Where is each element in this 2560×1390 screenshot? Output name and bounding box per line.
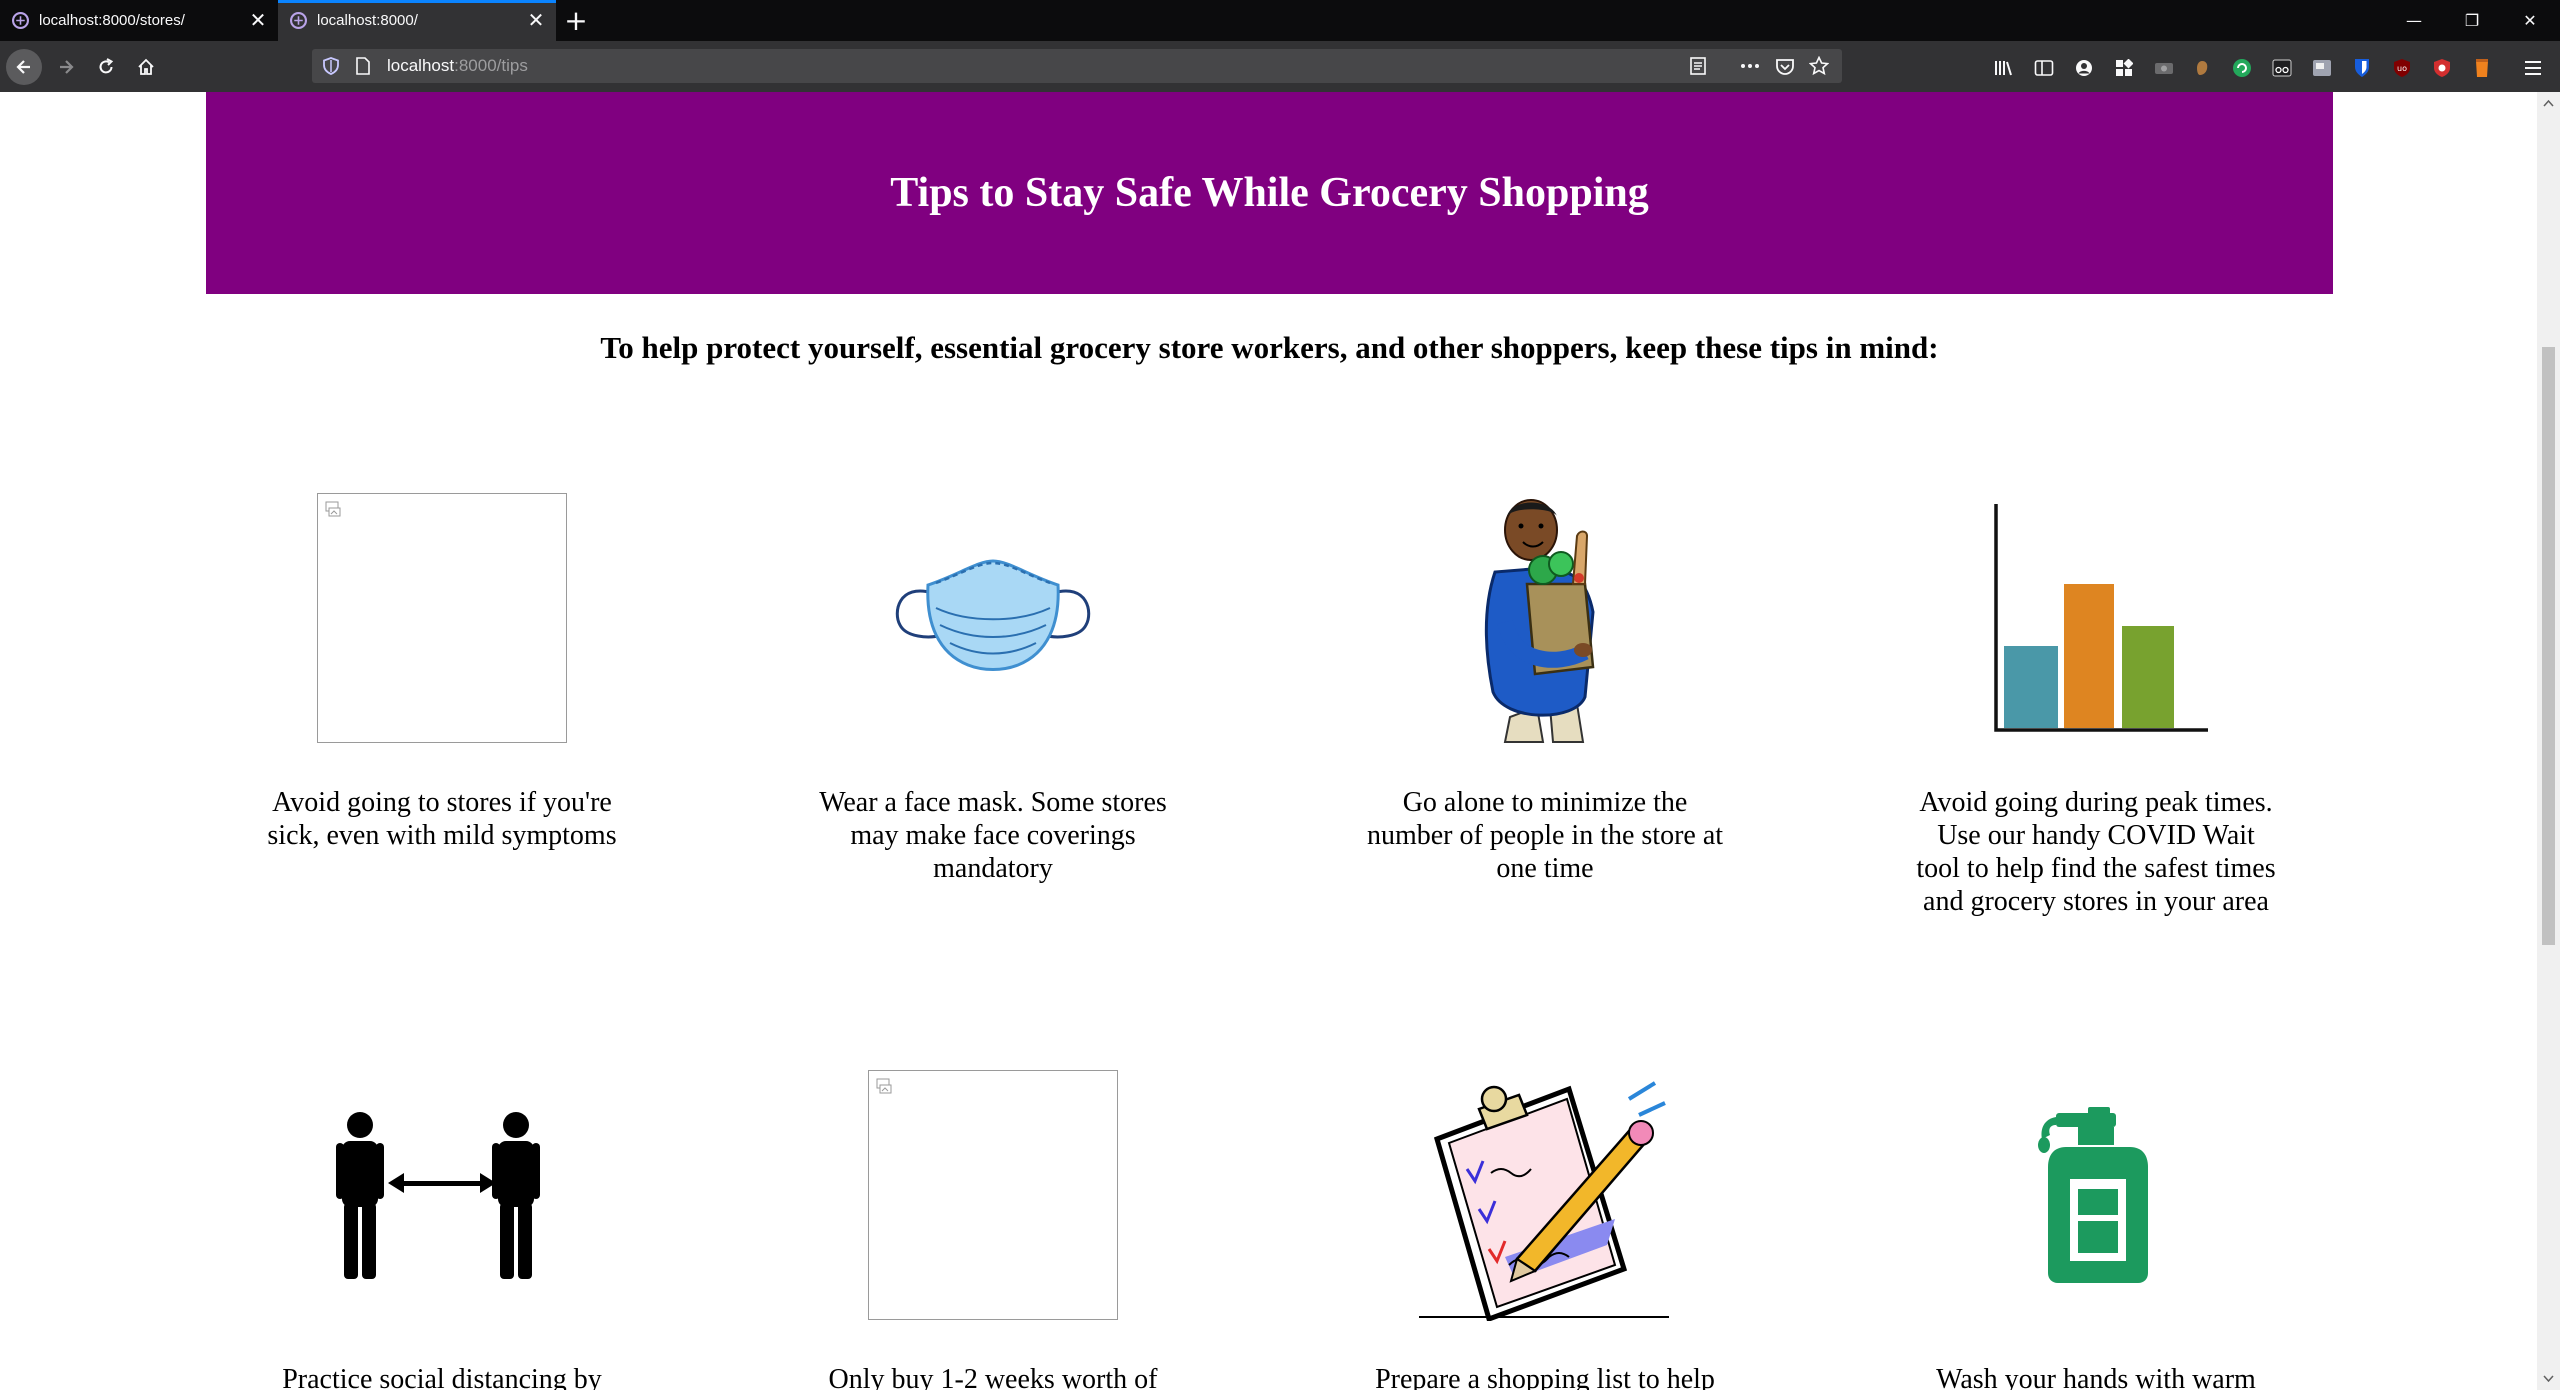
- broken-image-icon: [868, 1070, 1118, 1320]
- tip-caption: Wear a face mask. Some stores may make f…: [819, 787, 1167, 884]
- tip-card: Wear a face mask. Some stores may make f…: [813, 492, 1173, 885]
- address-bar[interactable]: localhost:8000/tips: [312, 49, 1842, 83]
- silver-s-extension-icon[interactable]: [2312, 58, 2332, 78]
- tip-card: Only buy 1-2 weeks worth of: [813, 1069, 1173, 1390]
- forward-arrow-icon: [60, 60, 74, 74]
- minimize-window-icon[interactable]: —: [2385, 0, 2443, 41]
- tampermonkey-jar-icon[interactable]: [2472, 58, 2492, 78]
- page-title: Tips to Stay Safe While Grocery Shopping: [890, 170, 1649, 216]
- shield-icon[interactable]: [322, 57, 340, 75]
- close-tab-icon[interactable]: ✕: [526, 10, 546, 32]
- hand-sanitizer-icon: [2038, 1107, 2148, 1283]
- hamburger-menu-icon[interactable]: [2523, 58, 2543, 78]
- tab-home[interactable]: localhost:8000/ ✕: [278, 0, 556, 41]
- tip-caption: Avoid going during peak times. Use our h…: [1916, 787, 2276, 917]
- site-favicon-icon: [12, 12, 29, 29]
- page-header-banner: Tips to Stay Safe While Grocery Shopping: [206, 92, 2333, 294]
- tab-stores[interactable]: localhost:8000/stores/ ✕: [0, 0, 278, 41]
- url-text[interactable]: localhost:8000/tips: [387, 49, 528, 83]
- navigation-toolbar: localhost:8000/tips uo: [0, 41, 2560, 92]
- tip-card: Wash your hands with warm: [1916, 1069, 2276, 1390]
- container-tab-icon[interactable]: [2154, 58, 2174, 78]
- reload-button[interactable]: [88, 49, 124, 85]
- close-window-icon[interactable]: ✕: [2501, 0, 2559, 41]
- close-tab-icon[interactable]: ✕: [248, 10, 268, 32]
- tip-card: Avoid going during peak times. Use our h…: [1916, 492, 2276, 918]
- tip-image: [1419, 492, 1671, 744]
- hand-extension-icon[interactable]: [2192, 58, 2212, 78]
- svg-text:uo: uo: [2397, 64, 2407, 73]
- page-info-icon[interactable]: [354, 57, 372, 75]
- scrollbar-thumb[interactable]: [2542, 347, 2555, 945]
- extensions-grid-icon[interactable]: [2114, 58, 2134, 78]
- restore-window-icon[interactable]: ❐: [2443, 0, 2501, 41]
- glasses-extension-icon[interactable]: [2272, 58, 2292, 78]
- scroll-up-arrow-icon[interactable]: [2543, 98, 2554, 109]
- forward-button[interactable]: [48, 49, 84, 85]
- pocket-icon[interactable]: [1775, 57, 1795, 75]
- page-viewport: Tips to Stay Safe While Grocery Shopping…: [0, 92, 2560, 1390]
- tip-caption: Avoid going to stores if you're sick, ev…: [267, 787, 617, 851]
- ublock-origin-icon[interactable]: uo: [2392, 58, 2412, 78]
- tip-card: Avoid going to stores if you're sick, ev…: [262, 492, 622, 852]
- green-refresh-extension-icon[interactable]: [2232, 58, 2252, 78]
- tip-caption: Prepare a shopping list to help: [1375, 1364, 1715, 1390]
- tip-image: [867, 492, 1119, 744]
- face-mask-icon: [895, 559, 1091, 671]
- tab-title: localhost:8000/: [317, 12, 418, 29]
- reader-view-icon[interactable]: [1689, 57, 1707, 75]
- tip-card: Prepare a shopping list to help: [1365, 1069, 1725, 1390]
- tip-card: Practice social distancing by: [262, 1069, 622, 1390]
- tip-image: [1419, 1069, 1671, 1321]
- shopper-with-grocery-bag-icon: [1484, 499, 1595, 743]
- url-host: localhost: [387, 56, 455, 75]
- tip-image: [1970, 1069, 2222, 1321]
- tip-card: Go alone to minimize the number of peopl…: [1365, 492, 1725, 885]
- reload-icon: [99, 58, 114, 74]
- tab-strip: localhost:8000/stores/ ✕ localhost:8000/…: [0, 0, 2560, 41]
- page-actions-menu-icon[interactable]: [1739, 57, 1761, 75]
- privacy-badger-icon[interactable]: [2432, 58, 2452, 78]
- tip-caption: Only buy 1-2 weeks worth of: [828, 1364, 1158, 1390]
- sidebar-toggle-icon[interactable]: [2034, 58, 2054, 78]
- broken-image-icon: [317, 493, 567, 743]
- social-distancing-icon: [336, 1112, 540, 1279]
- home-icon: [138, 58, 154, 75]
- clipboard-checklist-icon: [1419, 1081, 1669, 1321]
- back-arrow-icon: [16, 60, 30, 74]
- bar-chart-icon: [1994, 504, 2208, 732]
- tip-caption: Go alone to minimize the number of peopl…: [1366, 787, 1724, 884]
- tab-title: localhost:8000/stores/: [39, 12, 185, 29]
- tip-caption: Wash your hands with warm: [1936, 1364, 2256, 1390]
- library-icon[interactable]: [1994, 58, 2014, 78]
- tip-caption: Practice social distancing by: [282, 1364, 602, 1390]
- tip-image: [1970, 492, 2222, 744]
- tip-image: [316, 1069, 568, 1321]
- tip-image: [867, 1069, 1119, 1321]
- account-icon[interactable]: [2074, 58, 2094, 78]
- back-button[interactable]: [6, 49, 42, 85]
- tip-image: [316, 492, 568, 744]
- scroll-down-arrow-icon[interactable]: [2543, 1373, 2554, 1384]
- bookmark-star-icon[interactable]: [1809, 56, 1829, 76]
- url-path: :8000/tips: [454, 56, 528, 75]
- home-button[interactable]: [128, 49, 164, 85]
- site-favicon-icon: [290, 12, 307, 29]
- new-tab-button[interactable]: +: [556, 0, 596, 41]
- bitwarden-shield-icon[interactable]: [2352, 58, 2372, 78]
- intro-text: To help protect yourself, essential groc…: [600, 330, 1939, 365]
- vertical-scrollbar[interactable]: [2537, 92, 2560, 1390]
